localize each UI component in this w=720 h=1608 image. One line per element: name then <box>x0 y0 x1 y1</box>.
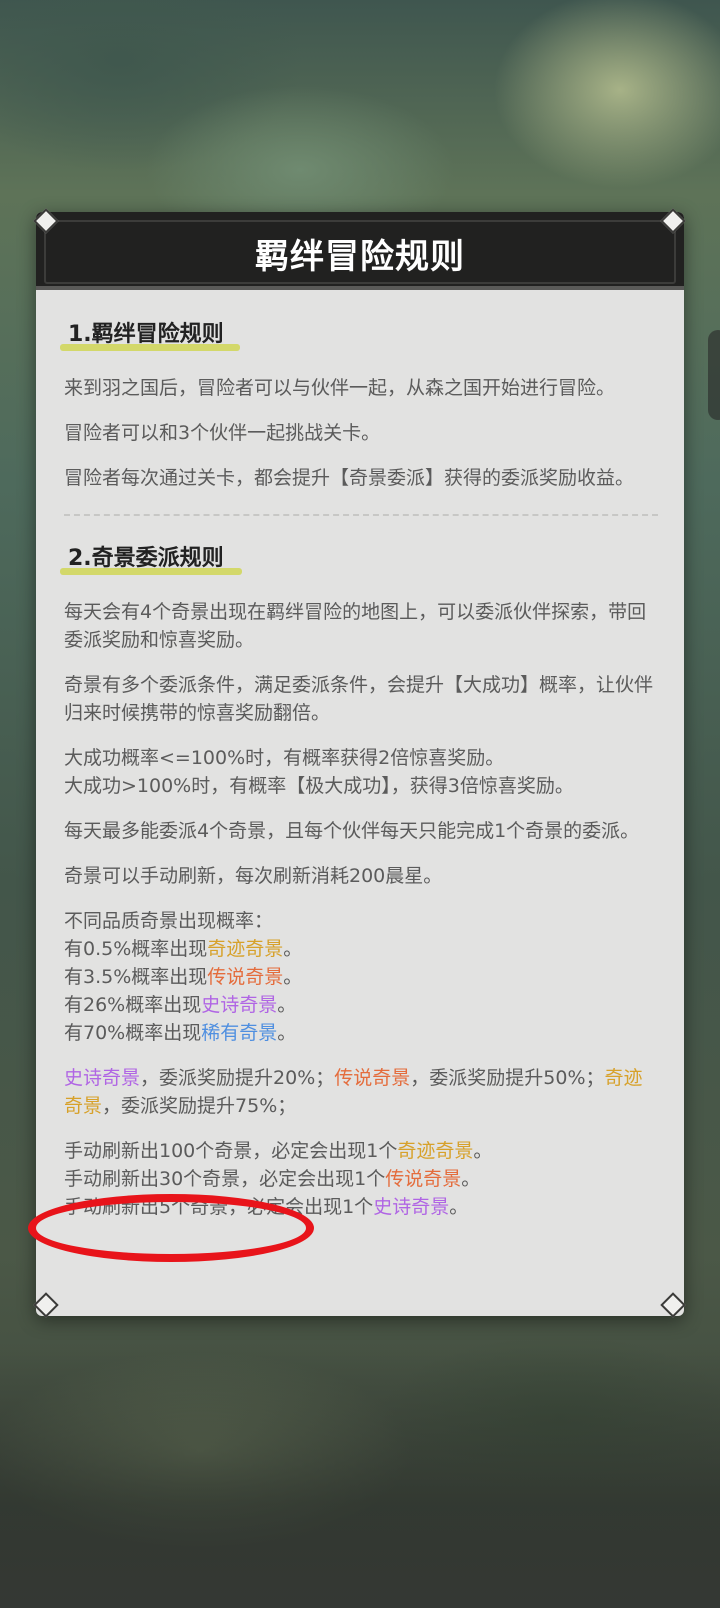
quality-line-text: 有70%概率出现 <box>64 1022 202 1044</box>
legend-tag: 传说奇景 <box>385 1168 462 1190</box>
legend-tag: 传说奇景 <box>334 1067 411 1089</box>
period: 。 <box>283 938 303 960</box>
period: 。 <box>277 994 297 1016</box>
rule-text: 来到羽之国后，冒险者可以与伙伴一起，从森之国开始进行冒险。 <box>64 377 616 399</box>
miracle-tag: 奇迹奇景 <box>397 1140 474 1162</box>
miracle-tag: 奇迹奇景 <box>207 938 284 960</box>
rule-text: 每天最多能委派4个奇景，且每个伙伴每天只能完成1个奇景的委派。 <box>64 820 640 842</box>
rules-dialog: 羁绊冒险规则 1.羁绊冒险规则 来到羽之国后，冒险者可以与伙伴一起，从森之国开始… <box>36 212 684 1316</box>
epic-tag: 史诗奇景 <box>373 1196 450 1218</box>
quality-heading: 不同品质奇景出现概率： <box>64 910 274 932</box>
rare-tag: 稀有奇景 <box>201 1022 278 1044</box>
period: 。 <box>449 1196 469 1218</box>
legend-tag: 传说奇景 <box>207 966 284 988</box>
reward-bonus-rule: 史诗奇景，委派奖励提升20%；传说奇景，委派奖励提升50%；奇迹奇景，委派奖励提… <box>64 1064 658 1120</box>
rule-text: 奇景有多个委派条件，满足委派条件，会提升【大成功】概率，让伙伴归来时候携带的惊喜… <box>64 674 654 724</box>
guarantee-text: 手动刷新出100个奇景，必定会出现1个 <box>64 1140 398 1162</box>
quality-line-text: 有26%概率出现 <box>64 994 202 1016</box>
bonus-text: ，委派奖励提升75%； <box>102 1095 297 1117</box>
bonus-text: ，委派奖励提升50%； <box>410 1067 605 1089</box>
dialog-title: 羁绊冒险规则 <box>255 237 465 277</box>
epic-tag: 史诗奇景 <box>64 1067 141 1089</box>
quality-probability-list: 不同品质奇景出现概率： 有0.5%概率出现奇迹奇景。 有3.5%概率出现传说奇景… <box>64 907 658 1047</box>
section-1-heading: 1.羁绊冒险规则 <box>60 318 658 352</box>
rule-line: 大成功>100%时，有概率【极大成功】，获得3倍惊喜奖励。 <box>64 775 574 797</box>
period: 。 <box>283 966 303 988</box>
period: 。 <box>473 1140 493 1162</box>
rule-text: 冒险者每次通过关卡，都会提升【奇景委派】获得的委派奖励收益。 <box>64 467 635 489</box>
epic-tag: 史诗奇景 <box>201 994 278 1016</box>
success-rate-rule: 大成功概率<=100%时，有概率获得2倍惊喜奖励。 大成功>100%时，有概率【… <box>64 744 658 800</box>
period: 。 <box>277 1022 297 1044</box>
background-shade <box>0 1348 720 1608</box>
section-2-title: 2.奇景委派规则 <box>68 546 224 571</box>
rule-text: 每天会有4个奇景出现在羁绊冒险的地图上，可以委派伙伴探索，带回委派奖励和惊喜奖励… <box>64 601 647 651</box>
section-2-heading: 2.奇景委派规则 <box>60 542 658 576</box>
red-circle-annotation <box>28 1194 314 1262</box>
guarantee-text: 手动刷新出30个奇景，必定会出现1个 <box>64 1168 386 1190</box>
side-pull-tab[interactable] <box>708 330 720 420</box>
rule-line: 大成功概率<=100%时，有概率获得2倍惊喜奖励。 <box>64 747 505 769</box>
quality-line-text: 有0.5%概率出现 <box>64 938 208 960</box>
period: 。 <box>461 1168 481 1190</box>
quality-line-text: 有3.5%概率出现 <box>64 966 208 988</box>
section-divider <box>64 514 658 516</box>
dialog-header: 羁绊冒险规则 <box>36 212 684 290</box>
rules-content[interactable]: 1.羁绊冒险规则 来到羽之国后，冒险者可以与伙伴一起，从森之国开始进行冒险。 冒… <box>60 308 658 1238</box>
bonus-text: ，委派奖励提升20%； <box>140 1067 335 1089</box>
rule-text: 奇景可以手动刷新，每次刷新消耗200晨星。 <box>64 865 443 887</box>
header-edge <box>36 286 684 290</box>
section-1-title: 1.羁绊冒险规则 <box>68 322 224 347</box>
rule-text: 冒险者可以和3个伙伴一起挑战关卡。 <box>64 422 381 444</box>
